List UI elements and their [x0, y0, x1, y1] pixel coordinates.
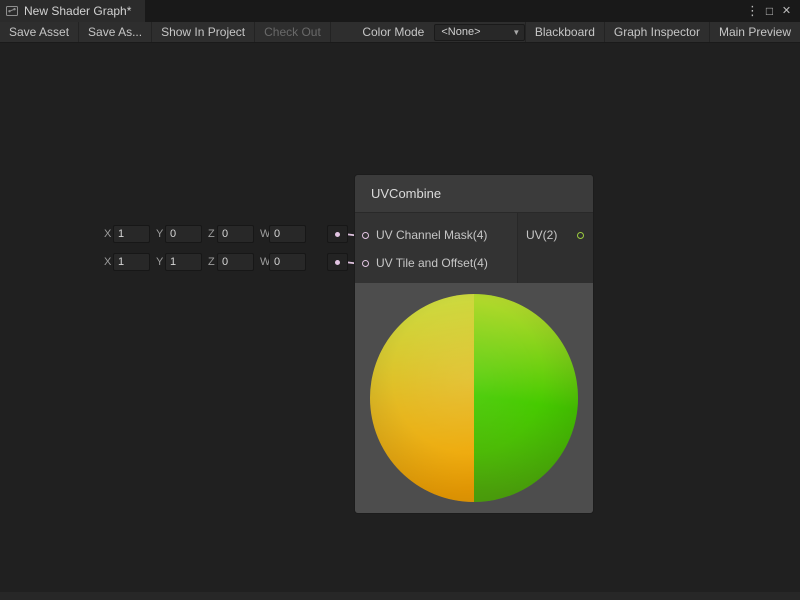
kebab-menu-icon[interactable]: ⋮ — [744, 0, 761, 22]
node-preview — [355, 283, 593, 513]
axis-label-z: Z — [208, 256, 217, 268]
output-port-icon[interactable] — [577, 232, 584, 239]
title-bar: New Shader Graph* ⋮ □ ✕ — [0, 0, 800, 22]
vector-component-input-y[interactable] — [165, 225, 202, 243]
axis-label-x: X — [104, 228, 113, 240]
check-out-button: Check Out — [255, 22, 331, 42]
vector-component-input-x[interactable] — [113, 253, 150, 271]
shader-graph-icon — [6, 5, 18, 17]
toolbar-gap — [331, 22, 354, 42]
input-port-label: UV Tile and Offset(4) — [376, 256, 488, 270]
output-port-row: UV(2) — [518, 221, 593, 249]
vector4-input-row-1: X Y Z W — [104, 225, 348, 243]
vector-component-input-z[interactable] — [217, 253, 254, 271]
graph-canvas[interactable]: X Y Z W X Y Z W UVCombine UV Cha — [0, 43, 800, 592]
input-port-icon[interactable] — [362, 232, 369, 239]
uvcombine-node[interactable]: UVCombine UV Channel Mask(4) UV Tile and… — [355, 175, 593, 513]
input-port-icon[interactable] — [362, 260, 369, 267]
inline-port-dot-icon — [335, 260, 340, 265]
axis-label-y: Y — [156, 228, 165, 240]
chevron-down-icon: ▼ — [509, 28, 524, 37]
axis-label-y: Y — [156, 256, 165, 268]
blackboard-button[interactable]: Blackboard — [525, 22, 604, 42]
close-icon[interactable]: ✕ — [778, 0, 795, 22]
vector-component-input-y[interactable] — [165, 253, 202, 271]
node-outputs: UV(2) — [517, 213, 593, 283]
inline-output-port[interactable] — [327, 253, 348, 271]
show-in-project-button[interactable]: Show In Project — [152, 22, 255, 42]
main-preview-button[interactable]: Main Preview — [709, 22, 800, 42]
vector-component-input-w[interactable] — [269, 253, 306, 271]
node-port-section: UV Channel Mask(4) UV Tile and Offset(4)… — [355, 213, 593, 283]
input-port-row: UV Channel Mask(4) — [355, 221, 517, 249]
input-port-label: UV Channel Mask(4) — [376, 228, 487, 242]
vector4-input-row-2: X Y Z W — [104, 253, 348, 271]
output-port-label: UV(2) — [526, 228, 557, 242]
node-inputs: UV Channel Mask(4) UV Tile and Offset(4) — [355, 213, 517, 283]
input-port-row: UV Tile and Offset(4) — [355, 249, 517, 277]
axis-label-z: Z — [208, 228, 217, 240]
color-mode-value: <None> — [435, 26, 509, 38]
inline-port-dot-icon — [335, 232, 340, 237]
vector-component-input-w[interactable] — [269, 225, 306, 243]
sphere-shading — [370, 294, 578, 502]
graph-inspector-button[interactable]: Graph Inspector — [604, 22, 709, 42]
bottom-strip — [0, 592, 800, 600]
axis-label-w: W — [260, 228, 269, 240]
node-title[interactable]: UVCombine — [355, 175, 593, 213]
graph-tab[interactable]: New Shader Graph* — [0, 0, 145, 22]
vector-component-input-x[interactable] — [113, 225, 150, 243]
preview-sphere — [370, 294, 578, 502]
graph-title: New Shader Graph* — [24, 4, 131, 18]
window-controls: ⋮ □ ✕ — [744, 0, 800, 22]
axis-label-x: X — [104, 256, 113, 268]
color-mode-label: Color Mode — [354, 22, 432, 42]
shader-graph-toolbar: Save Asset Save As... Show In Project Ch… — [0, 22, 800, 43]
maximize-icon[interactable]: □ — [761, 0, 778, 22]
inline-output-port[interactable] — [327, 225, 348, 243]
save-as-button[interactable]: Save As... — [79, 22, 152, 42]
save-asset-button[interactable]: Save Asset — [0, 22, 79, 42]
axis-label-w: W — [260, 256, 269, 268]
color-mode-dropdown[interactable]: <None> ▼ — [434, 24, 525, 41]
vector-component-input-z[interactable] — [217, 225, 254, 243]
